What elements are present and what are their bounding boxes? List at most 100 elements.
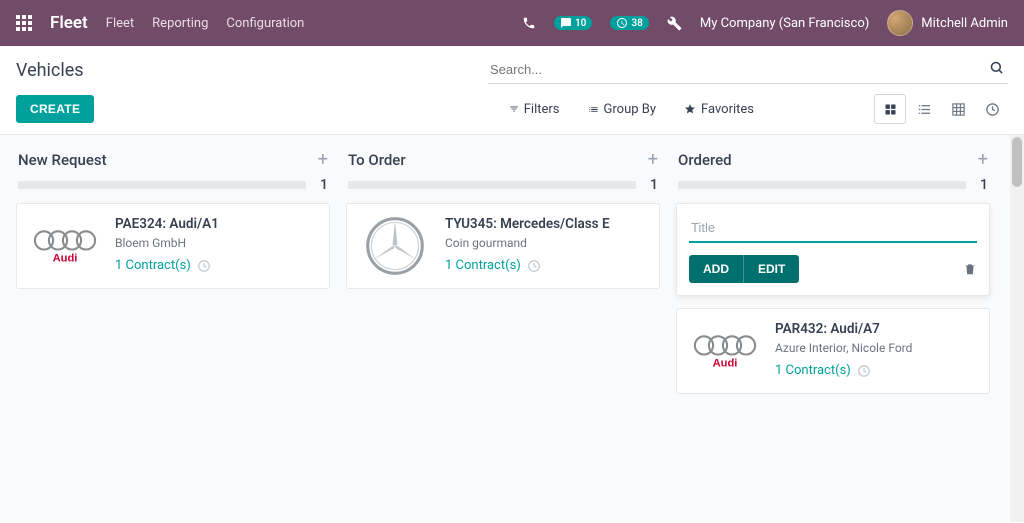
progress-bar bbox=[678, 181, 966, 189]
card-title: TYU345: Mercedes/Class E bbox=[445, 216, 647, 232]
vehicle-card[interactable]: TYU345: Mercedes/Class E Coin gourmand 1… bbox=[346, 203, 660, 289]
card-subtitle: Bloem GmbH bbox=[115, 236, 317, 250]
clock-icon bbox=[857, 364, 871, 378]
column-header: Ordered + bbox=[676, 147, 990, 177]
favorites-label: Favorites bbox=[701, 102, 754, 117]
avatar bbox=[887, 10, 913, 36]
card-contracts[interactable]: 1 Contract(s) bbox=[445, 258, 647, 273]
kanban-icon bbox=[883, 102, 898, 117]
column-add-icon[interactable]: + bbox=[318, 151, 328, 169]
messages-count: 10 bbox=[575, 18, 586, 29]
column-count: 1 bbox=[314, 177, 328, 193]
grid-view-button[interactable] bbox=[942, 94, 974, 124]
quick-create-actions: ADD EDIT bbox=[689, 255, 977, 283]
vehicle-card[interactable]: Audi PAE324: Audi/A1 Bloem GmbH 1 Contra… bbox=[16, 203, 330, 289]
filters-dropdown[interactable]: Filters bbox=[509, 102, 560, 117]
create-button[interactable]: CREATE bbox=[16, 95, 94, 123]
mercedes-logo bbox=[359, 216, 431, 276]
activities-badge[interactable]: 38 bbox=[610, 16, 648, 30]
svg-text:Audi: Audi bbox=[53, 252, 78, 264]
page-title: Vehicles bbox=[16, 60, 84, 81]
progress-bar bbox=[18, 181, 306, 189]
top-navbar: Fleet Fleet Reporting Configuration 10 3… bbox=[0, 0, 1024, 46]
kanban-board: New Request + 1 Audi PAE324: Audi/A1 Blo… bbox=[0, 135, 1024, 522]
star-icon bbox=[684, 103, 696, 115]
add-button[interactable]: ADD bbox=[689, 255, 744, 283]
favorites-dropdown[interactable]: Favorites bbox=[684, 102, 754, 117]
column-ordered: Ordered + 1 ADD EDIT Audi PAR432: Audi/A… bbox=[668, 147, 998, 510]
card-title: PAE324: Audi/A1 bbox=[115, 216, 317, 232]
list-view-icon bbox=[917, 102, 932, 117]
clock-icon bbox=[197, 259, 211, 273]
app-brand[interactable]: Fleet bbox=[50, 13, 88, 33]
view-switcher bbox=[874, 94, 1008, 124]
column-new-request: New Request + 1 Audi PAE324: Audi/A1 Blo… bbox=[8, 147, 338, 510]
svg-text:Audi: Audi bbox=[713, 357, 738, 369]
control-row-1: Vehicles bbox=[16, 56, 1008, 84]
card-contracts[interactable]: 1 Contract(s) bbox=[775, 363, 977, 378]
activities-count: 38 bbox=[631, 18, 642, 29]
control-row-2: CREATE Filters Group By Favorites bbox=[16, 94, 1008, 134]
company-switcher[interactable]: My Company (San Francisco) bbox=[700, 16, 869, 31]
column-header: To Order + bbox=[346, 147, 660, 177]
control-bar: Vehicles CREATE Filters Group By Favorit… bbox=[0, 46, 1024, 135]
phone-icon[interactable] bbox=[522, 16, 536, 30]
column-meta: 1 bbox=[346, 177, 660, 203]
user-name: Mitchell Admin bbox=[921, 16, 1008, 31]
column-count: 1 bbox=[644, 177, 658, 193]
column-title[interactable]: To Order bbox=[348, 151, 406, 169]
quick-create-title-input[interactable] bbox=[689, 216, 977, 243]
search-wrap bbox=[488, 56, 1008, 84]
search-icon[interactable] bbox=[989, 60, 1004, 75]
contracts-label: 1 Contract(s) bbox=[115, 258, 191, 273]
column-meta: 1 bbox=[676, 177, 990, 203]
contracts-label: 1 Contract(s) bbox=[445, 258, 521, 273]
board-wrap: New Request + 1 Audi PAE324: Audi/A1 Blo… bbox=[0, 135, 1024, 522]
column-add-icon[interactable]: + bbox=[648, 151, 658, 169]
card-title: PAR432: Audi/A7 bbox=[775, 321, 977, 337]
nav-reporting[interactable]: Reporting bbox=[152, 16, 208, 31]
audi-logo: Audi bbox=[689, 321, 761, 381]
filter-group: Filters Group By Favorites bbox=[509, 102, 754, 117]
tools-icon[interactable] bbox=[667, 16, 682, 31]
nav-configuration[interactable]: Configuration bbox=[226, 16, 304, 31]
kanban-view-button[interactable] bbox=[874, 94, 906, 124]
column-title[interactable]: New Request bbox=[18, 151, 107, 169]
clock-view-icon bbox=[985, 102, 1000, 117]
trash-icon[interactable] bbox=[963, 262, 977, 276]
column-title[interactable]: Ordered bbox=[678, 151, 732, 169]
progress-bar bbox=[348, 181, 636, 189]
quick-create-form: ADD EDIT bbox=[676, 203, 990, 296]
filters-label: Filters bbox=[524, 102, 560, 117]
card-body: PAR432: Audi/A7 Azure Interior, Nicole F… bbox=[775, 321, 977, 381]
column-add-icon[interactable]: + bbox=[978, 151, 988, 169]
activity-view-button[interactable] bbox=[976, 94, 1008, 124]
card-subtitle: Coin gourmand bbox=[445, 236, 647, 250]
groupby-label: Group By bbox=[604, 102, 657, 117]
funnel-icon bbox=[509, 104, 519, 114]
audi-logo: Audi bbox=[29, 216, 101, 276]
column-header: New Request + bbox=[16, 147, 330, 177]
list-view-button[interactable] bbox=[908, 94, 940, 124]
nav-fleet[interactable]: Fleet bbox=[106, 16, 134, 31]
card-contracts[interactable]: 1 Contract(s) bbox=[115, 258, 317, 273]
vehicle-card[interactable]: Audi PAR432: Audi/A7 Azure Interior, Nic… bbox=[676, 308, 990, 394]
groupby-dropdown[interactable]: Group By bbox=[588, 102, 657, 117]
card-body: TYU345: Mercedes/Class E Coin gourmand 1… bbox=[445, 216, 647, 276]
user-menu[interactable]: Mitchell Admin bbox=[887, 10, 1008, 36]
edit-button[interactable]: EDIT bbox=[744, 255, 799, 283]
messages-badge[interactable]: 10 bbox=[554, 16, 592, 30]
search-input[interactable] bbox=[488, 56, 1008, 84]
scrollbar[interactable] bbox=[1010, 135, 1024, 522]
scrollbar-thumb[interactable] bbox=[1012, 137, 1022, 187]
navbar-left: Fleet Fleet Reporting Configuration bbox=[16, 13, 304, 33]
contracts-label: 1 Contract(s) bbox=[775, 363, 851, 378]
card-body: PAE324: Audi/A1 Bloem GmbH 1 Contract(s) bbox=[115, 216, 317, 276]
card-subtitle: Azure Interior, Nicole Ford bbox=[775, 341, 977, 355]
column-count: 1 bbox=[974, 177, 988, 193]
navbar-right: 10 38 My Company (San Francisco) Mitchel… bbox=[522, 10, 1008, 36]
grid-icon bbox=[951, 102, 966, 117]
clock-icon bbox=[527, 259, 541, 273]
column-to-order: To Order + 1 TYU345: Mercedes/Class E Co… bbox=[338, 147, 668, 510]
apps-icon[interactable] bbox=[16, 15, 32, 31]
